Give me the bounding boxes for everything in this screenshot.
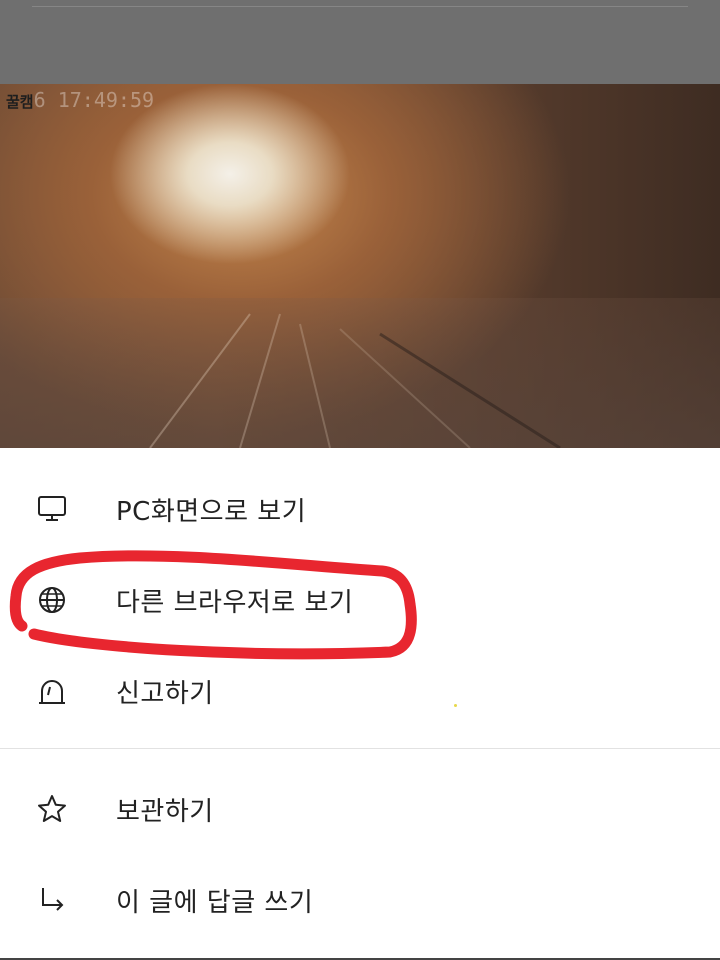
camera-time: 6 17:49:59 — [33, 88, 155, 112]
road-lines — [149, 313, 561, 448]
monitor-icon — [36, 493, 68, 525]
report-icon — [36, 675, 68, 707]
reply-arrow-icon — [36, 884, 68, 916]
menu-item-label: 보관하기 — [116, 796, 214, 827]
menu-item-label: 이 글에 답글 쓰기 — [116, 887, 314, 918]
menu-item-label: 신고하기 — [116, 678, 214, 709]
camera-tag: 꿀캠 — [6, 93, 34, 111]
camera-timestamp: 꿀캠6 17:49:59 — [6, 88, 154, 112]
menu-item-bookmark[interactable]: 보관하기 — [0, 764, 720, 854]
dimmed-page-header — [0, 0, 720, 84]
bottom-sheet-menu: PC화면으로 보기 다른 브라우저로 보기 신고하기 보관하기 이 글에 답글 … — [0, 448, 720, 960]
page-divider — [32, 6, 688, 7]
menu-item-other-browser[interactable]: 다른 브라우저로 보기 — [0, 555, 720, 645]
menu-item-report[interactable]: 신고하기 — [0, 646, 720, 736]
menu-divider — [0, 748, 720, 749]
cctv-image: 꿀캠6 17:49:59 — [0, 84, 720, 448]
decorative-speck — [454, 704, 457, 707]
menu-item-label: 다른 브라우저로 보기 — [116, 587, 354, 618]
globe-icon — [36, 584, 68, 616]
menu-item-pc-view[interactable]: PC화면으로 보기 — [0, 464, 720, 554]
menu-item-reply[interactable]: 이 글에 답글 쓰기 — [0, 855, 720, 945]
menu-item-label: PC화면으로 보기 — [116, 496, 307, 527]
star-icon — [36, 793, 68, 825]
